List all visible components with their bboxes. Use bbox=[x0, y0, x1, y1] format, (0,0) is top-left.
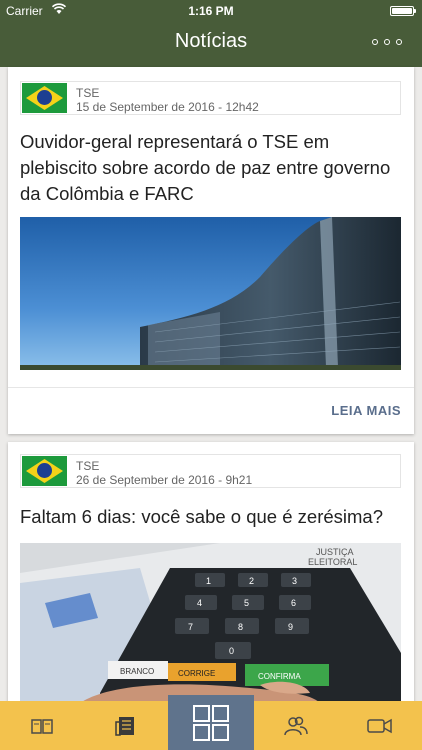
article-title[interactable]: Ouvidor-geral representará o TSE em pleb… bbox=[20, 129, 404, 207]
clock: 1:16 PM bbox=[188, 4, 234, 18]
key-branco: BRANCO bbox=[120, 667, 154, 676]
publish-date: 26 de September de 2016 - 9h21 bbox=[76, 473, 253, 487]
svg-text:8: 8 bbox=[238, 622, 243, 632]
source-name: TSE bbox=[76, 459, 100, 473]
machine-label-eleitoral: ELEITORAL bbox=[308, 557, 357, 567]
tab-magazine[interactable] bbox=[0, 701, 84, 750]
news-card[interactable]: TSE 15 de September de 2016 - 12h42 Ouvi… bbox=[8, 67, 414, 434]
tab-newspaper[interactable] bbox=[84, 701, 168, 750]
people-icon bbox=[284, 716, 308, 735]
magazine-icon bbox=[31, 718, 53, 734]
svg-text:0: 0 bbox=[229, 646, 234, 656]
source-header: TSE 26 de September de 2016 - 9h21 bbox=[20, 454, 401, 488]
read-more-button[interactable]: LEIA MAIS bbox=[331, 403, 401, 418]
source-name: TSE bbox=[76, 86, 100, 100]
page-title: Notícias bbox=[174, 30, 248, 52]
more-icon[interactable] bbox=[372, 34, 402, 50]
svg-text:6: 6 bbox=[291, 598, 296, 608]
tab-grid[interactable] bbox=[168, 695, 254, 750]
tab-bar bbox=[0, 695, 422, 750]
news-card[interactable]: TSE 26 de September de 2016 - 9h21 Falta… bbox=[8, 442, 414, 712]
article-image[interactable]: JUSTIÇA ELEITORAL 1 2 3 4 5 6 7 8 9 0 BRANCO C… bbox=[20, 543, 401, 703]
source-header: TSE 15 de September de 2016 - 12h42 bbox=[20, 81, 401, 115]
brazil-flag-icon bbox=[22, 83, 67, 113]
video-camera-icon bbox=[367, 718, 392, 733]
battery-icon bbox=[390, 6, 416, 16]
article-image[interactable] bbox=[20, 217, 401, 370]
key-corrige: CORRIGE bbox=[178, 669, 215, 678]
svg-text:7: 7 bbox=[188, 622, 193, 632]
key-confirma: CONFIRMA bbox=[258, 672, 301, 681]
svg-text:4: 4 bbox=[197, 598, 202, 608]
article-title[interactable]: Faltam 6 dias: você sabe o que é zerésim… bbox=[20, 504, 404, 530]
svg-text:1: 1 bbox=[206, 576, 211, 586]
newspaper-icon bbox=[115, 716, 134, 736]
tab-people[interactable] bbox=[254, 701, 338, 750]
divider bbox=[8, 387, 414, 388]
machine-label-justica: JUSTIÇA bbox=[316, 547, 354, 557]
svg-text:3: 3 bbox=[292, 576, 297, 586]
svg-text:2: 2 bbox=[249, 576, 254, 586]
grid-icon bbox=[193, 704, 229, 741]
tab-video[interactable] bbox=[338, 701, 422, 750]
publish-date: 15 de September de 2016 - 12h42 bbox=[76, 100, 259, 114]
status-bar: Carrier 1:16 PM bbox=[0, 0, 422, 22]
svg-text:9: 9 bbox=[288, 622, 293, 632]
navigation-bar: Carrier 1:16 PM Notícias bbox=[0, 0, 422, 67]
brazil-flag-icon bbox=[22, 456, 67, 486]
svg-text:5: 5 bbox=[244, 598, 249, 608]
